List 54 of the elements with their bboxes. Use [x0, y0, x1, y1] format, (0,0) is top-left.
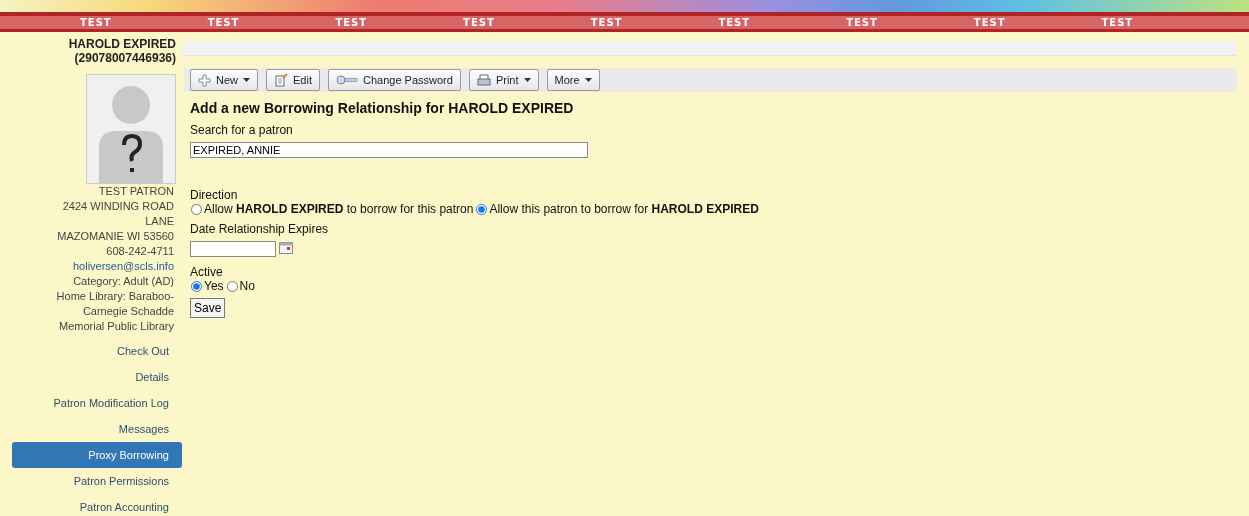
field-label: Active	[190, 265, 223, 279]
toolbar-button[interactable]: New	[190, 69, 258, 91]
sidebar-item[interactable]: Proxy Borrowing	[12, 442, 182, 468]
banner-text: TEST	[335, 16, 368, 29]
toolbar-button[interactable]: More	[546, 69, 600, 91]
patron-detail: 2424 WINDING ROAD LANE	[61, 199, 175, 229]
caret-icon	[523, 78, 531, 82]
patron-detail: 608-242-4711	[105, 244, 175, 259]
calendar-icon[interactable]	[279, 241, 293, 254]
field-label: Date Relationship Expires	[190, 222, 329, 236]
toolbar-button[interactable]: Edit	[266, 69, 320, 91]
sidebar-item[interactable]: Check Out	[12, 338, 182, 364]
save-button[interactable]: Save	[190, 298, 226, 318]
caret-icon	[584, 78, 592, 82]
printer-icon	[476, 73, 491, 87]
form-title: Add a new Borrowing Relationship for HAROLD EXPIRED	[190, 100, 574, 116]
banner-text: TEST	[718, 16, 751, 29]
banner-text: TEST	[973, 16, 1006, 29]
radio-label: No	[239, 279, 255, 293]
radio-button[interactable]	[226, 280, 238, 292]
patron-name: HAROLD EXPIRED	[68, 37, 177, 51]
radio-button[interactable]	[476, 203, 488, 215]
key-icon	[336, 75, 358, 85]
sidebar-item[interactable]: Patron Permissions	[12, 468, 182, 494]
document-icon	[274, 73, 288, 87]
patron-detail: TEST PATRON	[97, 184, 175, 199]
toolbar-button[interactable]: Print	[468, 69, 539, 91]
patron-search-field[interactable]: EXPIRED, ANNIE	[190, 142, 588, 158]
banner-text: TEST	[846, 16, 878, 29]
radio-button[interactable]	[191, 280, 202, 292]
field-label: Direction	[190, 188, 238, 202]
toolbar-button[interactable]: Change Password	[328, 69, 461, 91]
banner-text: TEST	[207, 16, 240, 29]
sidebar-item[interactable]: Patron Accounting	[12, 494, 182, 516]
patron-detail: Category: Adult (AD)	[72, 274, 175, 289]
radio-button[interactable]	[191, 203, 202, 215]
radio-label: Allow this patron to borrow for HAROLD EXPIRED	[489, 202, 759, 216]
banner-text: TEST	[80, 16, 112, 29]
radio-label: Allow HAROLD EXPIRED to borrow for this patron	[204, 202, 474, 216]
field-label: Search for a patron	[190, 123, 293, 137]
sidebar-item[interactable]: Details	[12, 364, 182, 390]
banner-text: TEST	[1101, 16, 1134, 29]
sidebar-item[interactable]: Patron Modification Log	[12, 390, 182, 416]
sidebar-item[interactable]: Messages	[12, 416, 182, 442]
patron-detail: Home Library: Baraboo-Carnegie Schadde Memorial Public Library	[55, 289, 175, 334]
plus-icon	[198, 73, 211, 87]
patron-detail: MAZOMANIE WI 53560	[56, 229, 175, 244]
radio-label: Yes	[204, 279, 224, 293]
banner-text: TEST	[463, 16, 495, 29]
email-link[interactable]: holiversen@scls.info	[72, 259, 182, 274]
patron-barcode: (29078007446936)	[74, 51, 177, 65]
caret-icon	[243, 78, 250, 82]
date-field[interactable]	[190, 241, 276, 257]
banner-text: TEST	[590, 16, 623, 29]
